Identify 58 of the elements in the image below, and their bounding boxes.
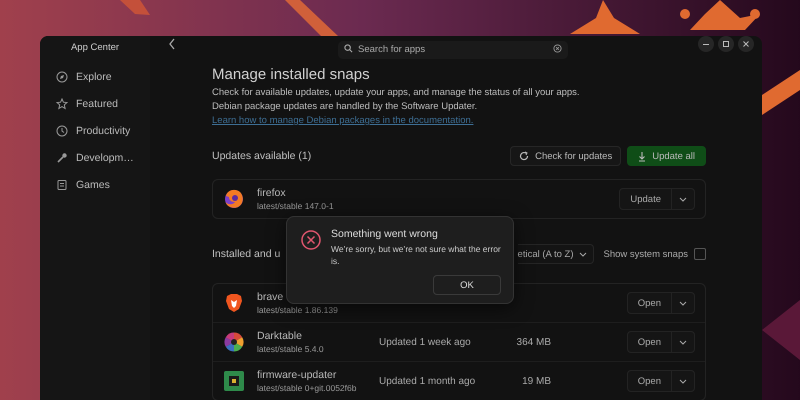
app-version: latest/stable 5.4.0 <box>257 344 325 354</box>
firefox-logo-icon <box>223 188 245 210</box>
app-title: App Center <box>70 41 120 55</box>
app-size-text: 364 MB <box>516 336 551 348</box>
clear-icon[interactable] <box>553 44 562 52</box>
chip-icon <box>223 370 245 392</box>
sort-dropdown[interactable]: etical (A to Z) <box>518 244 594 264</box>
sidebar-item[interactable]: Explore <box>46 67 144 87</box>
checkbox-label: Show system snaps <box>604 248 688 260</box>
dialog-title: Something went wrong <box>331 228 439 240</box>
checkbox[interactable] <box>694 248 706 260</box>
wrench-icon <box>56 152 68 164</box>
app-version: latest/stable 147.0-1 <box>257 201 335 211</box>
app-size-text: 19 MB <box>522 376 551 386</box>
sidebar-item[interactable]: Developm… <box>46 148 144 168</box>
dialog-message: We’re sorry, but we’re not sure what the error is. <box>331 243 501 267</box>
app-name: brave <box>257 291 284 303</box>
color-wheel-icon <box>223 331 245 353</box>
maximize-button[interactable] <box>718 36 734 52</box>
refresh-icon <box>519 151 530 161</box>
section-heading: Installed and u <box>212 248 280 260</box>
update-all-button[interactable]: Update all <box>627 146 706 166</box>
app-name: Darktable <box>257 330 303 342</box>
ok-button[interactable]: OK <box>433 275 501 295</box>
compass-icon <box>56 71 68 83</box>
close-button[interactable] <box>738 36 754 52</box>
minimize-button[interactable] <box>698 36 714 52</box>
document-icon <box>56 179 68 191</box>
error-icon <box>301 230 321 250</box>
section-heading: Updates available (1) <box>212 150 312 162</box>
chevron-left-icon <box>168 38 176 50</box>
lion-shield-icon <box>223 292 245 314</box>
chevron-down-icon <box>679 340 687 344</box>
app-version: latest/stable 1.86.139 <box>257 305 339 315</box>
wallpaper-shape <box>570 0 640 34</box>
chevron-down-icon <box>679 300 687 306</box>
clock-icon <box>56 125 68 137</box>
app-version: latest/stable 0+git.0052f6b <box>257 383 358 393</box>
check-updates-button[interactable]: Check for updates <box>510 146 622 166</box>
page-title: Manage installed snaps <box>212 66 371 83</box>
description-text: Check for available updates, update your apps, and manage the status of all your apps. <box>212 87 581 98</box>
description-text: Debian package updates are handled by the Software Updater. <box>212 101 478 112</box>
app-name: firmware-updater <box>257 369 338 381</box>
search-field[interactable]: Search for apps <box>338 40 568 58</box>
close-icon <box>742 40 750 48</box>
chevron-down-icon <box>679 378 687 384</box>
sidebar-item[interactable]: Productivity <box>46 121 144 141</box>
download-icon <box>638 150 646 162</box>
chevron-down-icon <box>578 252 587 256</box>
chevron-down-icon <box>679 196 687 202</box>
star-icon <box>56 98 68 110</box>
wallpaper-shape <box>120 0 150 15</box>
maximize-icon <box>722 40 730 48</box>
app-name: firefox <box>257 187 287 199</box>
updated-text: Updated 1 month ago <box>379 376 476 386</box>
sidebar-item[interactable]: Featured <box>46 94 144 114</box>
sidebar-item[interactable]: Games <box>46 175 144 195</box>
updated-text: Updated 1 week ago <box>379 336 471 348</box>
